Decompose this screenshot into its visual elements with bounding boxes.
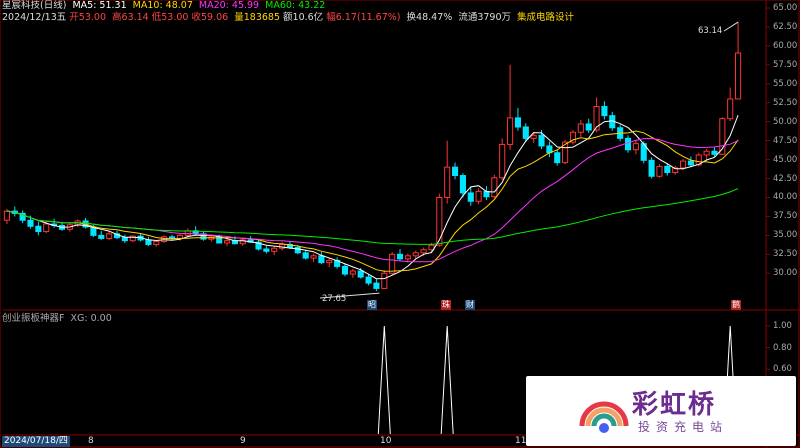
candle-body xyxy=(735,52,742,100)
candle-body xyxy=(271,247,278,252)
candle-body xyxy=(632,143,639,151)
candle-body xyxy=(35,225,42,233)
candle-body xyxy=(412,252,419,257)
high-marker xyxy=(723,21,739,32)
candle-body xyxy=(711,150,718,155)
candle-body xyxy=(318,255,325,264)
candle-body xyxy=(349,270,356,275)
low-annotation: 27.65 xyxy=(322,294,347,304)
price-tick-label: 35.00 xyxy=(773,230,798,241)
candle-body xyxy=(168,236,176,239)
ma20-line xyxy=(6,137,739,263)
candle-body xyxy=(679,160,687,169)
candle-body xyxy=(121,237,128,242)
price-tick-label: 37.50 xyxy=(773,211,798,222)
candle-body xyxy=(310,255,317,259)
event-tag[interactable]: 昭 xyxy=(367,300,377,310)
indicator-spike xyxy=(440,325,454,435)
time-axis-month: 10 xyxy=(380,436,392,446)
candle-body xyxy=(624,137,632,151)
candle-body xyxy=(396,253,404,260)
candle-body xyxy=(601,106,608,117)
candle-body xyxy=(577,123,584,133)
candle-body xyxy=(326,259,333,264)
candle-body xyxy=(444,166,451,198)
candle-body xyxy=(381,272,388,289)
price-tick-label: 57.50 xyxy=(773,59,798,70)
candle-body xyxy=(459,174,466,194)
price-tick-label: 47.50 xyxy=(773,135,798,146)
candle-body xyxy=(475,190,482,202)
candle-body xyxy=(43,223,50,233)
candle-body xyxy=(145,239,152,245)
candle-body xyxy=(467,192,474,202)
price-tick-label: 55.00 xyxy=(773,78,798,89)
candle-body xyxy=(687,160,694,166)
candle-body xyxy=(263,248,270,252)
candle-body xyxy=(341,265,349,275)
candle-body xyxy=(404,255,411,260)
event-tag[interactable]: 鹅 xyxy=(731,300,741,310)
time-axis-start: 2024/07/18/四 xyxy=(2,436,70,447)
indicator-xg: XG: 0.00 xyxy=(70,313,112,324)
candle-body xyxy=(161,236,168,242)
candle-body xyxy=(491,177,498,198)
price-tick-label: 30.00 xyxy=(773,268,798,279)
candle-body xyxy=(530,134,537,139)
candle-body xyxy=(365,276,372,284)
indicator-title[interactable]: 创业振板神器F xyxy=(2,313,64,324)
candle-body xyxy=(522,126,529,139)
time-axis-month: 9 xyxy=(240,436,246,446)
high-annotation: 63.14 xyxy=(698,26,723,36)
price-tick-label: 45.00 xyxy=(773,154,798,165)
price-tick-label: 40.00 xyxy=(773,192,798,203)
candle-body xyxy=(656,165,663,177)
event-tag[interactable]: 财 xyxy=(465,300,475,310)
candle-body xyxy=(106,233,113,239)
candle-body xyxy=(373,282,380,289)
watermark-name: 彩虹桥 xyxy=(632,390,717,420)
time-axis-month: 8 xyxy=(88,436,94,446)
candle-body xyxy=(153,240,160,245)
candle-body xyxy=(483,190,490,198)
candle-body xyxy=(554,152,561,164)
watermark-subtitle: 投资充电站 xyxy=(638,420,729,434)
price-tick-label: 42.50 xyxy=(773,173,798,184)
price-tick-label: 52.50 xyxy=(773,97,798,108)
rainbow-icon xyxy=(579,401,629,433)
candle-body xyxy=(703,150,710,156)
indicator-tick-label: 0.80 xyxy=(773,342,792,353)
candle-body xyxy=(514,117,521,128)
stock-chart-window: 星宸科技(日线) MA5: 51.31 MA10: 48.07 MA20: 45… xyxy=(0,0,800,448)
indicator-spike xyxy=(377,325,391,435)
price-tick-label: 62.50 xyxy=(773,21,798,32)
candle-body xyxy=(499,143,506,179)
price-tick-label: 32.50 xyxy=(773,249,798,260)
candle-body xyxy=(389,253,396,274)
candle-body xyxy=(302,252,309,259)
candle-body xyxy=(664,165,671,173)
candle-body xyxy=(648,159,655,177)
indicator-tick-label: 0.60 xyxy=(773,364,792,375)
candle-body xyxy=(27,219,34,227)
candle-body xyxy=(98,234,105,239)
candle-body xyxy=(3,210,10,221)
candle-body xyxy=(507,117,514,145)
price-tick-label: 60.00 xyxy=(773,40,798,51)
price-tick-label: 65.00 xyxy=(773,3,798,13)
candle-body xyxy=(451,166,459,176)
indicator-tick-label: 1.00 xyxy=(773,321,792,331)
time-axis-month: 11 xyxy=(515,436,527,446)
price-tick-label: 50.00 xyxy=(773,116,798,127)
candle-body xyxy=(585,123,592,131)
candle-body xyxy=(727,98,734,120)
candle-body xyxy=(420,249,427,254)
event-tag[interactable]: 珠 xyxy=(441,300,451,310)
candle-body xyxy=(436,196,443,246)
candle-body xyxy=(357,270,364,278)
indicator-header: 创业振板神器F XG: 0.00 xyxy=(2,313,115,325)
candle-body xyxy=(224,240,231,244)
candle-body xyxy=(538,134,545,147)
